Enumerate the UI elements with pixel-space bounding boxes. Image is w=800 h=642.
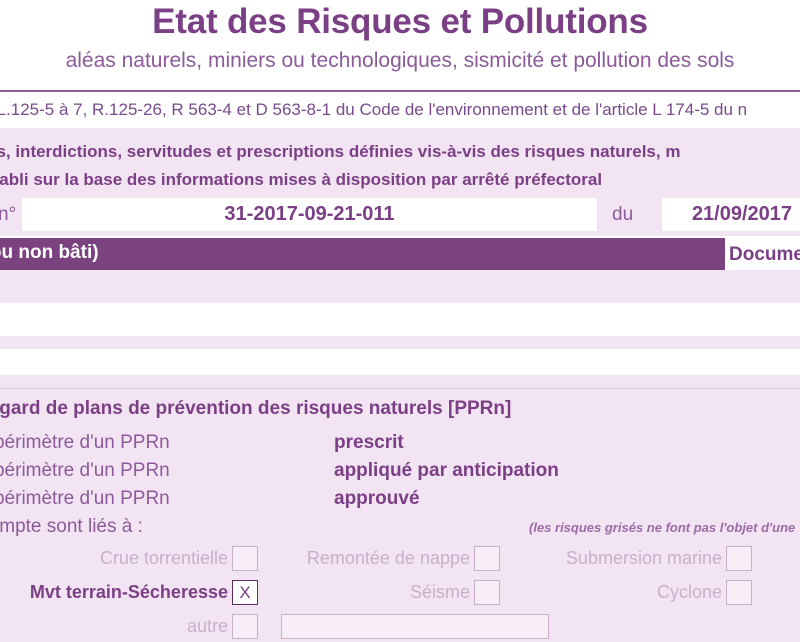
document-header: Etat des Risques et Pollutions aléas nat… <box>0 0 800 92</box>
pprn-row-description: ans le périmètre d'un PPRn <box>0 488 170 509</box>
document-page: Etat des Risques et Pollutions aléas nat… <box>0 0 800 642</box>
risk-checkbox[interactable]: X <box>232 580 258 605</box>
risk-item-cyclone[interactable]: Cyclone <box>657 579 752 605</box>
risk-item-autre[interactable]: autre <box>160 613 258 639</box>
arrete-number-label: n° <box>0 204 17 225</box>
page-title: Etat des Risques et Pollutions <box>152 2 648 41</box>
pprn-row-description: ans le périmètre d'un PPRn <box>0 460 170 481</box>
risk-checkbox[interactable] <box>474 580 500 605</box>
address-strip-4 <box>0 349 800 375</box>
header-divider <box>0 90 800 92</box>
autre-risk-text-field[interactable] <box>281 614 549 639</box>
risk-checkbox[interactable] <box>726 580 752 605</box>
risk-item-seisme[interactable]: Séisme <box>410 579 500 605</box>
pprn-row-state: prescrit <box>334 432 404 453</box>
pprn-heading: e au regard de plans de prévention des r… <box>0 398 512 419</box>
risk-label: Remontée de nappe <box>306 548 470 568</box>
page-subtitle: aléas naturels, miniers ou technologique… <box>65 49 735 72</box>
address-strip-3 <box>0 336 800 349</box>
risk-checkbox[interactable] <box>726 546 752 571</box>
pprn-section: e au regard de plans de prévention des r… <box>0 389 800 642</box>
risk-item-remontee-de-nappe[interactable]: Remontée de nappe <box>307 545 500 571</box>
pprn-greyed-risks-note: (les risques grisés ne font pas l'objet … <box>529 520 796 535</box>
risk-item-mvt-terrain-secheresse[interactable]: Mvt terrain-Sécheresse X <box>30 579 258 605</box>
pprn-row-description: ans le périmètre d'un PPRn <box>0 432 170 453</box>
risk-checkbox[interactable] <box>232 614 258 639</box>
pprn-row-state: appliqué par anticipation <box>334 460 559 481</box>
intro-text-line-2: e, est établi sur la base des informatio… <box>0 170 603 189</box>
risk-label: Cyclone <box>656 582 722 602</box>
risk-item-submersion-marine[interactable]: Submersion marine <box>566 545 752 571</box>
section-bar-label: ier (bâti ou non bâti) <box>0 242 99 263</box>
risk-checkbox[interactable] <box>474 546 500 571</box>
arrete-date-field[interactable]: 21/09/2017 <box>662 198 800 231</box>
risk-label: Submersion marine <box>565 548 722 568</box>
arrete-number-field[interactable]: 31-2017-09-21-011 <box>22 198 597 231</box>
legal-reference-line: articles L.125-5 à 7, R.125-26, R 563-4 … <box>0 94 800 126</box>
intro-band: ligations, interdictions, servitudes et … <box>0 128 800 236</box>
intro-text-line-1: ligations, interdictions, servitudes et … <box>0 142 681 161</box>
pprn-lead-in-text: s en compte sont liés à : <box>0 516 143 537</box>
risk-checkbox-grid: Crue torrentielle Mvt terrain-Sécheresse… <box>0 545 800 642</box>
address-strip-2 <box>0 303 800 336</box>
arrete-date-label: du <box>612 204 634 225</box>
address-strip-1 <box>0 270 800 303</box>
risk-label: Mvt terrain-Sécheresse <box>29 582 228 602</box>
risk-checkbox[interactable] <box>232 546 258 571</box>
risk-item-crue-torrentielle[interactable]: Crue torrentielle <box>100 545 258 571</box>
risk-label: Crue torrentielle <box>99 548 228 568</box>
risk-label: autre <box>186 616 228 636</box>
section-bar-right-label: Docume <box>729 242 800 268</box>
address-strip-5 <box>0 375 800 388</box>
risk-label: Séisme <box>409 582 470 602</box>
section-bar-immeuble: ier (bâti ou non bâti) <box>0 238 725 270</box>
arrete-row: n° 31-2017-09-21-011 du 21/09/2017 <box>0 198 800 236</box>
pprn-row-state: approuvé <box>334 488 420 509</box>
